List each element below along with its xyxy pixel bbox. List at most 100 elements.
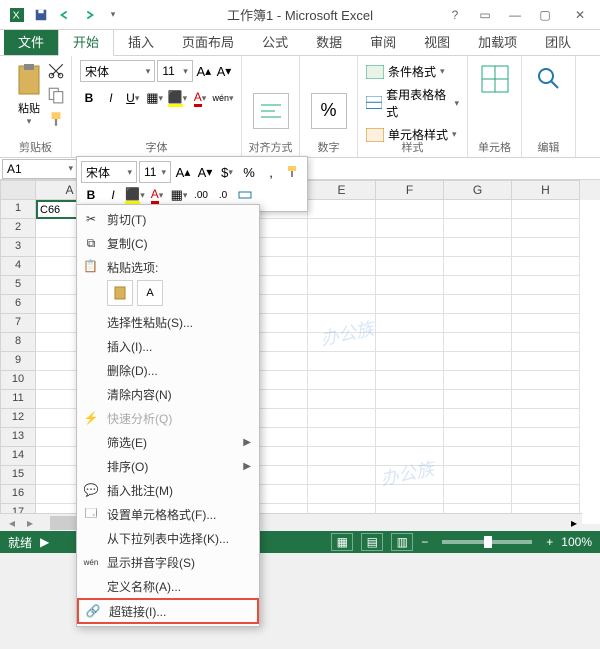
row-header[interactable]: 8 <box>0 333 36 352</box>
view-page-break-button[interactable]: ▥ <box>391 533 413 551</box>
ctx-sort[interactable]: 排序(O)▶ <box>77 454 259 478</box>
cell[interactable] <box>308 352 376 371</box>
name-box[interactable]: A1▾ <box>2 159 78 179</box>
redo-icon[interactable] <box>78 4 100 26</box>
row-header[interactable]: 10 <box>0 371 36 390</box>
row-header[interactable]: 2 <box>0 219 36 238</box>
col-header[interactable]: F <box>376 180 444 200</box>
cell[interactable] <box>444 257 512 276</box>
tab-review[interactable]: 审阅 <box>356 28 410 55</box>
mini-grow-font[interactable]: A▴ <box>173 162 193 182</box>
format-painter-icon[interactable] <box>47 110 65 128</box>
tab-addin[interactable]: 加载项 <box>464 28 531 55</box>
cell[interactable] <box>376 219 444 238</box>
paste-option-default[interactable] <box>107 280 133 306</box>
cell[interactable] <box>376 200 444 219</box>
number-format-icon[interactable]: % <box>311 93 347 129</box>
mini-comma-icon[interactable]: , <box>261 162 281 182</box>
cell[interactable] <box>444 314 512 333</box>
col-header[interactable]: E <box>308 180 376 200</box>
align-icon[interactable] <box>253 93 289 129</box>
cell[interactable] <box>512 485 580 504</box>
grow-font-icon[interactable]: A▴ <box>195 61 213 81</box>
phonetic-button[interactable]: wén▾ <box>213 88 233 108</box>
underline-button[interactable]: U▾ <box>124 88 142 108</box>
table-format-button[interactable]: 套用表格格式▾ <box>366 86 459 120</box>
cell[interactable] <box>512 447 580 466</box>
mini-percent-icon[interactable]: % <box>239 162 259 182</box>
cell[interactable] <box>376 257 444 276</box>
row-header[interactable]: 3 <box>0 238 36 257</box>
help-button[interactable]: ? <box>440 0 470 30</box>
excel-icon[interactable]: X <box>6 4 28 26</box>
cell[interactable] <box>308 276 376 295</box>
find-icon[interactable] <box>534 64 564 94</box>
cell[interactable] <box>376 447 444 466</box>
cell[interactable] <box>512 219 580 238</box>
ctx-hyperlink[interactable]: 🔗超链接(I)... <box>77 598 259 624</box>
cell[interactable] <box>444 485 512 504</box>
cell[interactable] <box>444 276 512 295</box>
ctx-paste-special[interactable]: 选择性粘贴(S)... <box>77 310 259 334</box>
row-header[interactable]: 1 <box>0 200 36 219</box>
undo-icon[interactable] <box>54 4 76 26</box>
cell[interactable] <box>512 428 580 447</box>
mini-fill-color[interactable]: ⬛▾ <box>125 185 145 205</box>
cell[interactable] <box>512 276 580 295</box>
cell[interactable] <box>308 238 376 257</box>
font-size-combo[interactable]: 11▾ <box>157 60 192 82</box>
zoom-slider[interactable] <box>442 540 532 544</box>
cell[interactable] <box>376 352 444 371</box>
row-header[interactable]: 9 <box>0 352 36 371</box>
font-color-button[interactable]: A▾ <box>191 88 209 108</box>
tab-home[interactable]: 开始 <box>58 27 114 56</box>
cell[interactable] <box>308 390 376 409</box>
cell[interactable] <box>376 371 444 390</box>
zoom-level[interactable]: 100% <box>561 535 592 549</box>
cell[interactable] <box>308 485 376 504</box>
ctx-define-name[interactable]: 定义名称(A)... <box>77 574 259 598</box>
cell[interactable] <box>444 428 512 447</box>
ctx-format-cells[interactable]: 🗔设置单元格格式(F)... <box>77 502 259 526</box>
col-header[interactable]: G <box>444 180 512 200</box>
minimize-button[interactable]: — <box>500 0 530 30</box>
cell[interactable] <box>376 238 444 257</box>
tab-formula[interactable]: 公式 <box>248 28 302 55</box>
ctx-cut[interactable]: ✂剪切(T) <box>77 207 259 231</box>
mini-bold[interactable]: B <box>81 185 101 205</box>
mini-format-painter[interactable] <box>283 162 303 182</box>
mini-shrink-font[interactable]: A▾ <box>195 162 215 182</box>
cell[interactable] <box>376 485 444 504</box>
cell[interactable] <box>308 219 376 238</box>
cell[interactable] <box>376 409 444 428</box>
ctx-filter[interactable]: 筛选(E)▶ <box>77 430 259 454</box>
cell[interactable] <box>308 371 376 390</box>
copy-icon[interactable] <box>47 86 65 104</box>
shrink-font-icon[interactable]: A▾ <box>215 61 233 81</box>
qat-more-icon[interactable]: ▾ <box>102 4 124 26</box>
cell[interactable] <box>512 352 580 371</box>
view-normal-button[interactable]: ▦ <box>331 533 353 551</box>
ctx-show-phonetic[interactable]: wén显示拼音字段(S) <box>77 550 259 574</box>
cell[interactable] <box>308 314 376 333</box>
cell[interactable] <box>308 333 376 352</box>
cell[interactable] <box>444 333 512 352</box>
mini-decrease-decimal[interactable]: .00 <box>191 185 211 205</box>
tab-layout[interactable]: 页面布局 <box>168 28 248 55</box>
scroll-right-button[interactable]: ▸ <box>566 516 582 530</box>
tab-file[interactable]: 文件 <box>4 28 58 55</box>
cell[interactable] <box>444 295 512 314</box>
mini-merge[interactable] <box>235 185 255 205</box>
col-header[interactable]: H <box>512 180 580 200</box>
row-header[interactable]: 4 <box>0 257 36 276</box>
conditional-format-button[interactable]: 条件格式▾ <box>366 63 459 80</box>
cell[interactable] <box>444 352 512 371</box>
cell[interactable] <box>308 200 376 219</box>
cell[interactable] <box>308 257 376 276</box>
cell[interactable] <box>444 371 512 390</box>
mini-increase-decimal[interactable]: .0 <box>213 185 233 205</box>
paste-button[interactable]: 粘贴 ▾ <box>8 60 50 130</box>
ctx-copy[interactable]: ⧉复制(C) <box>77 231 259 255</box>
row-header[interactable]: 12 <box>0 409 36 428</box>
zoom-out-button[interactable]: − <box>421 535 428 549</box>
